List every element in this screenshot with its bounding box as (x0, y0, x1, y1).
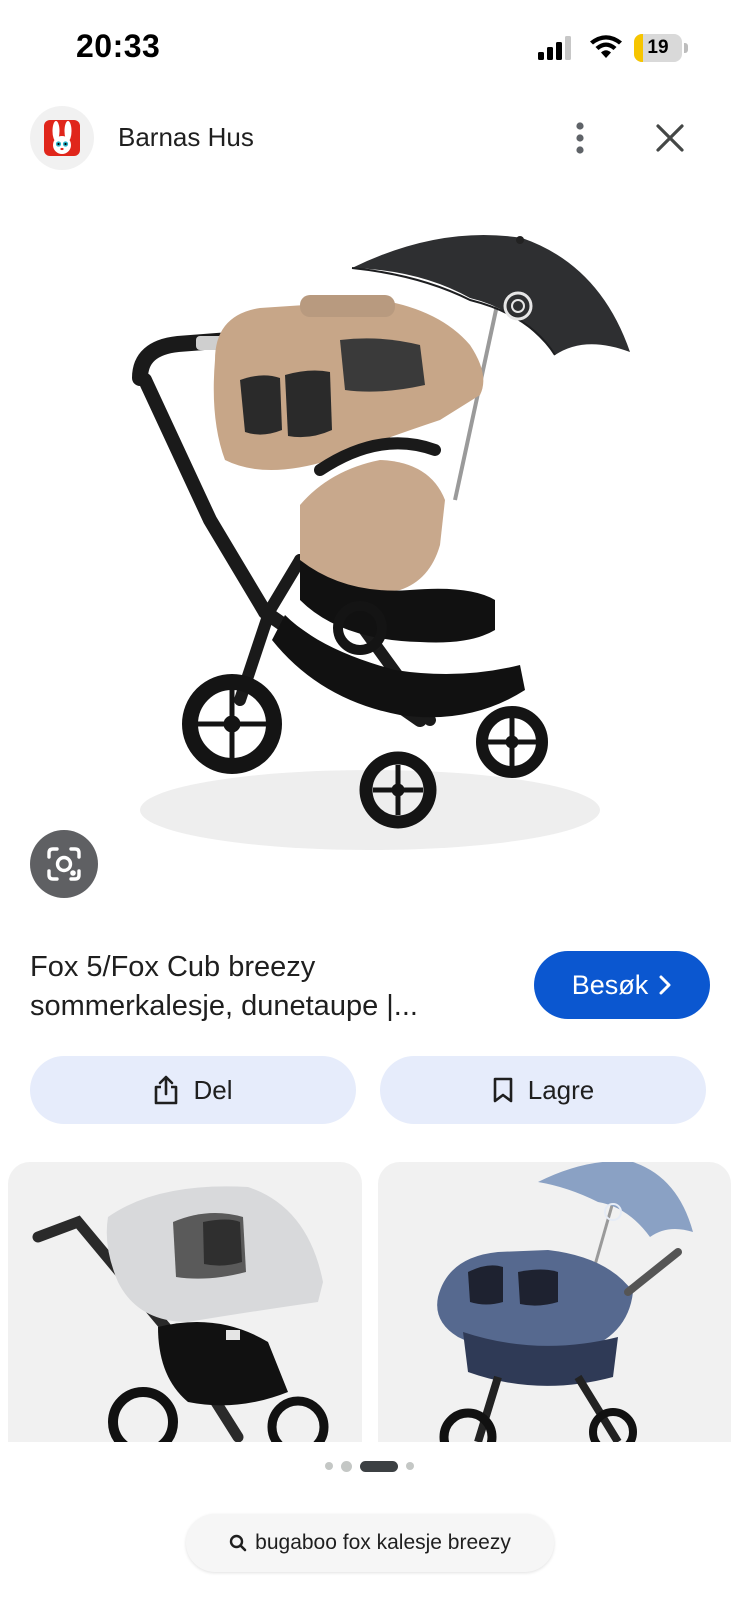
result-title[interactable]: Fox 5/Fox Cub breezy sommerkalesje, dune… (30, 948, 500, 1026)
search-query-chip[interactable]: bugaboo fox kalesje breezy (186, 1514, 554, 1572)
search-query-text: bugaboo fox kalesje breezy (255, 1531, 511, 1554)
cellular-signal-icon (538, 36, 571, 60)
close-icon (656, 124, 684, 152)
related-images-grid (8, 1162, 731, 1442)
site-name[interactable]: Barnas Hus (118, 122, 254, 153)
share-icon (155, 1075, 178, 1105)
visit-label: Besøk (571, 969, 649, 1000)
google-lens-button[interactable] (30, 830, 98, 898)
close-button[interactable] (648, 116, 692, 160)
bunny-logo-icon[interactable] (30, 106, 94, 170)
status-time: 20:33 (76, 28, 161, 64)
battery-level: 19 (647, 37, 669, 58)
visit-button[interactable]: Besøk (534, 951, 710, 1019)
pagination-dot[interactable] (341, 1460, 352, 1472)
blue-carrycot-stroller-umbrella-image[interactable] (377, 1162, 731, 1442)
google-lens-icon (47, 847, 81, 881)
bookmark-icon (493, 1077, 513, 1103)
action-row: Del Lagre (30, 1056, 706, 1124)
save-label: Lagre (527, 1074, 595, 1105)
pagination-dot[interactable] (325, 1462, 333, 1470)
share-label: Del (193, 1074, 233, 1105)
battery-tip (684, 43, 688, 53)
status-bar: 20:33 19 (0, 0, 739, 96)
battery-body: 19 (634, 34, 682, 62)
battery-indicator: 19 (634, 34, 688, 62)
save-button[interactable]: Lagre (380, 1056, 706, 1124)
pagination-dot[interactable] (406, 1462, 414, 1470)
wifi-icon (590, 35, 622, 58)
grey-breezy-canopy-stroller-image[interactable] (8, 1162, 362, 1442)
share-button[interactable]: Del (30, 1056, 356, 1124)
more-options-button[interactable] (560, 116, 600, 160)
pagination-dots (0, 1459, 739, 1473)
search-icon (229, 1534, 247, 1552)
chevron-right-icon (659, 975, 671, 995)
stroller-with-umbrella-image[interactable] (0, 190, 739, 890)
pagination-dot-active[interactable] (360, 1460, 398, 1472)
viewer-header: Barnas Hus (0, 100, 739, 176)
more-vert-icon (576, 122, 584, 154)
